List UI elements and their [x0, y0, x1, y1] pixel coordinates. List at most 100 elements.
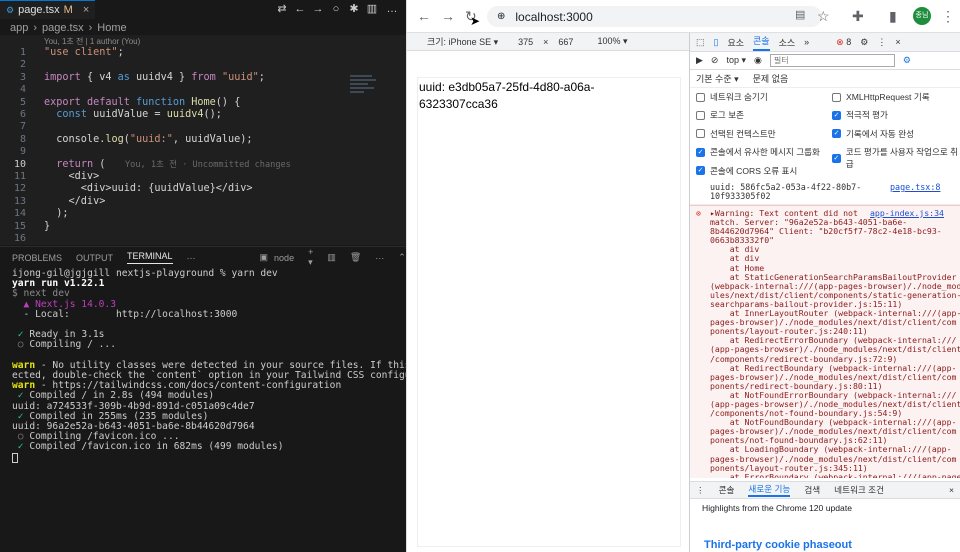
- filter-input[interactable]: [769, 54, 895, 67]
- code-line[interactable]: 9: [0, 146, 406, 158]
- console-setting[interactable]: ✓ 적극적 평가: [832, 109, 888, 121]
- code-line[interactable]: 2: [0, 59, 406, 71]
- device-toggle-icon[interactable]: ▯: [714, 37, 719, 48]
- gear-icon[interactable]: ⚙: [860, 37, 868, 48]
- code-editor[interactable]: You, 1초 전 | 1 author (You) 1 "use client"…: [0, 35, 406, 245]
- checkbox[interactable]: [832, 92, 841, 102]
- code-line[interactable]: 8 console.log("uuid:", uuidValue);: [0, 134, 406, 146]
- tab-page-tsx[interactable]: ⚙ page.tsx M ×: [0, 0, 96, 19]
- checkbox[interactable]: ✓: [832, 153, 841, 163]
- drawer-tab-console[interactable]: 콘솔: [719, 484, 735, 496]
- line-number: 10: [13, 158, 26, 170]
- checkbox[interactable]: ✓: [696, 147, 705, 157]
- forward-icon[interactable]: →: [441, 8, 455, 24]
- checkbox[interactable]: ✓: [832, 129, 841, 139]
- terminal-output[interactable]: ijong-gil@jgjgill nextjs-playground % ya…: [12, 268, 406, 466]
- tab-elements[interactable]: 요소: [727, 36, 744, 49]
- more-icon[interactable]: ···: [375, 253, 384, 263]
- drawer-tab-network-conditions[interactable]: 네트워크 조건: [834, 484, 884, 496]
- cookie-phaseout-link[interactable]: Third-party cookie phaseout: [704, 539, 852, 551]
- checkbox[interactable]: [696, 110, 705, 120]
- console-setting[interactable]: 선택된 컨텍스트만: [696, 128, 776, 140]
- console-setting[interactable]: 네트워크 숨기기: [696, 91, 768, 103]
- log-source-link[interactable]: page.tsx:8: [890, 182, 940, 192]
- level-select[interactable]: 기본 수준 ▾: [696, 72, 739, 85]
- line-content: <div>uuid: {uuidValue}</div>: [44, 183, 253, 195]
- circle-icon[interactable]: ○: [330, 3, 342, 15]
- code-line[interactable]: 4: [0, 84, 406, 96]
- drawer-menu-icon[interactable]: ⋮: [696, 485, 705, 496]
- compare-icon[interactable]: ⇄: [276, 3, 288, 15]
- checkbox[interactable]: [696, 92, 705, 102]
- shell-name[interactable]: node: [274, 253, 294, 263]
- translate-icon[interactable]: ▤: [795, 8, 805, 21]
- code-line[interactable]: 15}: [0, 221, 406, 233]
- code-line[interactable]: 1 "use client";: [0, 47, 406, 59]
- minimap[interactable]: [350, 73, 380, 103]
- address-bar[interactable]: ⊕ localhost:3000: [487, 6, 822, 27]
- tab-sources[interactable]: 소스: [779, 36, 796, 49]
- more-icon[interactable]: ···: [187, 253, 196, 263]
- device-select[interactable]: 크기: iPhone SE ▾: [427, 35, 498, 48]
- console-setting[interactable]: ✓ 콘솔에 CORS 오류 표시: [696, 165, 797, 177]
- zoom-select[interactable]: 100% ▾: [597, 36, 627, 47]
- git-back-icon[interactable]: ←: [294, 3, 306, 15]
- console-setting[interactable]: ✓ 콘솔에서 유사한 메시지 그룹화: [696, 146, 820, 158]
- eye-icon[interactable]: ◉: [754, 55, 762, 66]
- extensions-icon[interactable]: ✚: [852, 8, 864, 25]
- tab-problems[interactable]: PROBLEMS: [12, 253, 62, 263]
- inspect-icon[interactable]: ⬚: [696, 37, 705, 48]
- height-input[interactable]: 667: [558, 37, 573, 47]
- console-setting[interactable]: ✓ 기록에서 자동 완성: [832, 128, 914, 140]
- drawer-tab-search[interactable]: 검색: [804, 484, 820, 496]
- split-terminal-icon[interactable]: ▥: [327, 252, 336, 263]
- breadcrumb-app[interactable]: app: [10, 22, 28, 34]
- drawer-tab-whats-new[interactable]: 새로운 기능: [748, 483, 791, 497]
- close-icon[interactable]: ×: [895, 37, 900, 47]
- git-forward-icon[interactable]: →: [312, 3, 324, 15]
- code-line[interactable]: 16: [0, 233, 406, 245]
- context-select[interactable]: top ▾: [726, 55, 746, 66]
- width-input[interactable]: 375: [518, 37, 533, 47]
- clear-console-icon[interactable]: ⊘: [711, 55, 719, 66]
- site-info-icon[interactable]: ⊕: [497, 11, 505, 22]
- code-line[interactable]: 3 import { v4 as uuidv4 } from "uuid";: [0, 72, 406, 84]
- chevron-up-icon[interactable]: ⌃: [398, 252, 406, 263]
- sidebar-toggle-icon[interactable]: ▶: [696, 55, 703, 66]
- more-icon[interactable]: ⋮: [877, 37, 886, 48]
- sidebar-icon[interactable]: ▮: [889, 8, 897, 25]
- breadcrumb-file[interactable]: page.tsx: [42, 22, 84, 34]
- tab-console[interactable]: 콘솔: [753, 34, 770, 51]
- checkbox[interactable]: ✓: [832, 110, 841, 120]
- console-setting[interactable]: ✓ 코드 평가를 사용자 작업으로 취급: [832, 146, 960, 170]
- code-line[interactable]: 12 <div>uuid: {uuidValue}</div>: [0, 183, 406, 195]
- menu-icon[interactable]: ⋮: [941, 8, 955, 25]
- close-icon[interactable]: ×: [83, 4, 89, 16]
- code-line[interactable]: 6 const uuidValue = uuidv4();: [0, 109, 406, 121]
- close-icon[interactable]: ×: [949, 485, 954, 495]
- issues-text[interactable]: 문제 없음: [753, 72, 789, 85]
- code-line[interactable]: 14 );: [0, 208, 406, 220]
- code-line[interactable]: 7: [0, 121, 406, 133]
- code-line[interactable]: 13 </div>: [0, 196, 406, 208]
- bookmark-star-icon[interactable]: ☆: [817, 8, 830, 25]
- split-editor-icon[interactable]: ▥: [366, 3, 378, 15]
- add-terminal-icon[interactable]: + ▾: [308, 247, 313, 268]
- checkbox[interactable]: [696, 129, 705, 139]
- settings-gear-icon[interactable]: ⚙: [903, 55, 911, 66]
- console-setting[interactable]: 로그 보존: [696, 109, 744, 121]
- share-icon[interactable]: ✱: [348, 3, 360, 15]
- console-setting[interactable]: XMLHttpRequest 기록: [832, 91, 930, 103]
- tab-output[interactable]: OUTPUT: [76, 253, 113, 263]
- tab-terminal[interactable]: TERMINAL: [127, 251, 173, 264]
- trash-icon[interactable]: 🗑: [350, 252, 361, 263]
- code-line[interactable]: 5 export default function Home() {: [0, 97, 406, 109]
- more-icon[interactable]: …: [386, 3, 398, 15]
- code-line[interactable]: 11 <div>: [0, 171, 406, 183]
- error-badge[interactable]: ⊗ 8: [836, 37, 851, 48]
- back-icon[interactable]: ←: [417, 8, 431, 24]
- more-tabs-icon[interactable]: »: [804, 37, 809, 47]
- breadcrumb-symbol[interactable]: Home: [97, 22, 126, 34]
- checkbox[interactable]: ✓: [696, 166, 705, 176]
- avatar[interactable]: 종님: [913, 7, 931, 25]
